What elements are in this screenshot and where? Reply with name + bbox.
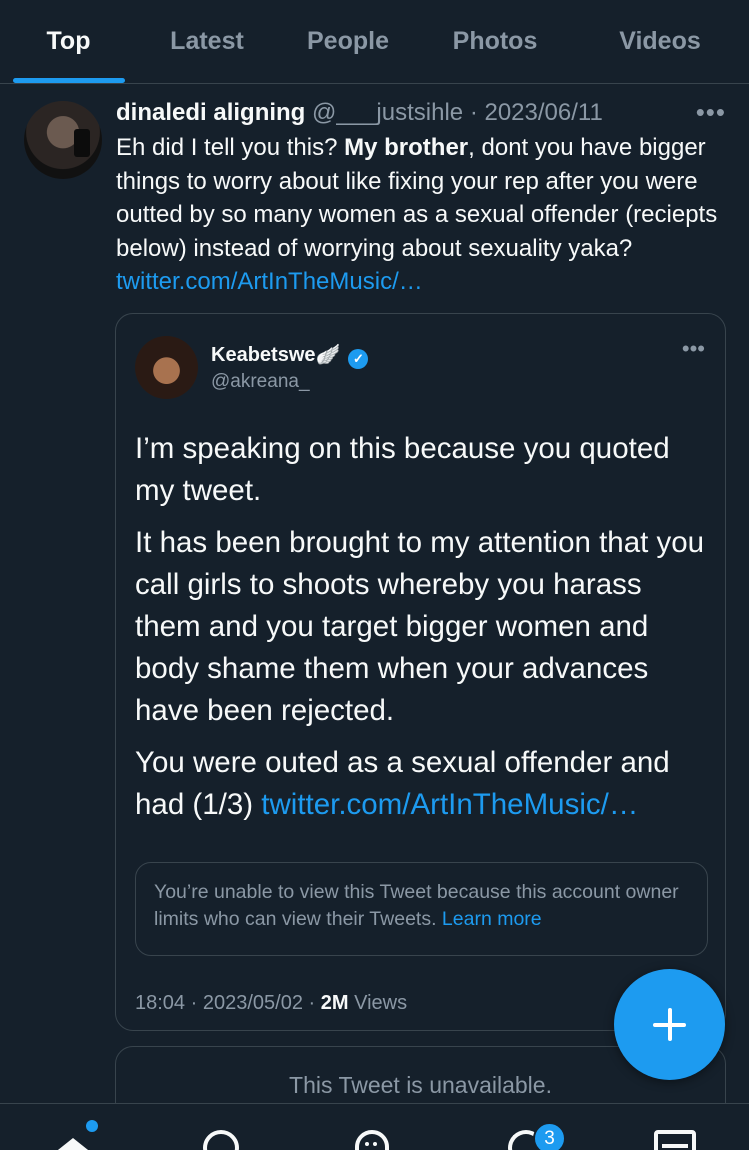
more-options-icon[interactable]: ••• <box>696 97 726 128</box>
views-label: Views <box>348 992 408 1014</box>
quoted-tweet-footer: 18:04 · 2023/05/02 · 2M Views <box>135 992 407 1015</box>
quoted-tweet-text: I’m speaking on this because you quoted … <box>135 428 715 836</box>
learn-more-link[interactable]: Learn more <box>442 908 542 930</box>
quoted-author-avatar[interactable] <box>135 336 198 399</box>
verified-badge-icon: ✓ <box>348 349 369 369</box>
active-tab-indicator <box>13 78 125 83</box>
quoted-time[interactable]: 18:04 <box>135 992 185 1014</box>
unavailable-text: This Tweet is unavailable. <box>289 1072 552 1098</box>
quoted-tweet-link[interactable]: twitter.com/ArtInTheMusic/… <box>261 788 638 821</box>
quoted-tweet-card[interactable]: Keabetswe🪽 ✓ @akreana_ ••• I’m speaking o… <box>115 313 726 1031</box>
author-handle[interactable]: @___justsihle <box>312 99 463 126</box>
footer-separator-2: · <box>302 992 321 1014</box>
quoted-author-name-row[interactable]: Keabetswe🪽 ✓ <box>211 342 369 369</box>
tweet-header: dinaledi aligning @___justsihle · 2023/0… <box>116 97 726 129</box>
search-icon[interactable] <box>203 1130 239 1150</box>
views-count[interactable]: 2M <box>321 992 349 1014</box>
tab-videos-label: Videos <box>619 27 701 55</box>
spaces-icon[interactable] <box>355 1130 389 1150</box>
tab-videos[interactable]: Videos <box>571 0 749 83</box>
tab-top[interactable]: Top <box>0 0 137 83</box>
search-tabs: Top Latest People Photos Videos <box>0 0 749 84</box>
quoted-paragraph-3: You were outed as a sexual offender and … <box>135 742 715 826</box>
tab-people-label: People <box>307 27 389 55</box>
restricted-tweet-notice: You’re unable to view this Tweet because… <box>135 862 708 956</box>
quoted-paragraph-1: I’m speaking on this because you quoted … <box>135 432 670 507</box>
notifications-badge: 3 <box>533 1122 566 1150</box>
quoted-author-name: Keabetswe <box>211 344 316 366</box>
tweet-date[interactable]: 2023/06/11 <box>484 99 602 126</box>
footer-separator-1: · <box>185 992 203 1014</box>
tab-top-label: Top <box>46 27 91 55</box>
tab-people[interactable]: People <box>277 0 419 83</box>
compose-plus-icon[interactable] <box>614 969 725 1080</box>
tab-latest[interactable]: Latest <box>137 0 277 83</box>
tab-latest-label: Latest <box>170 27 244 55</box>
restricted-notice-text: You’re unable to view this Tweet because… <box>154 881 679 930</box>
meta-separator: · <box>469 99 478 126</box>
quoted-paragraph-2: It has been brought to my attention that… <box>135 526 705 727</box>
author-name[interactable]: dinaledi aligning <box>116 99 305 126</box>
tweet-text: Eh did I tell you this? My brother, dont… <box>116 131 731 299</box>
bottom-navigation <box>0 1103 749 1150</box>
author-avatar[interactable] <box>24 101 102 179</box>
quoted-author-name-emoji: 🪽 <box>315 344 341 366</box>
tab-photos[interactable]: Photos <box>419 0 571 83</box>
quoted-more-options-icon[interactable]: ••• <box>682 336 705 362</box>
tweet-text-part1: Eh did I tell you this? <box>116 134 345 161</box>
home-unread-dot <box>86 1120 98 1132</box>
tab-photos-label: Photos <box>452 27 538 55</box>
quoted-date[interactable]: 2023/05/02 <box>203 992 303 1014</box>
tweet-link[interactable]: twitter.com/ArtInTheMusic/… <box>116 268 423 295</box>
tweet-text-bold: My brother <box>344 134 469 161</box>
quoted-author-handle[interactable]: @akreana_ <box>211 371 310 393</box>
home-icon[interactable] <box>53 1130 93 1150</box>
messages-icon[interactable] <box>654 1130 696 1150</box>
